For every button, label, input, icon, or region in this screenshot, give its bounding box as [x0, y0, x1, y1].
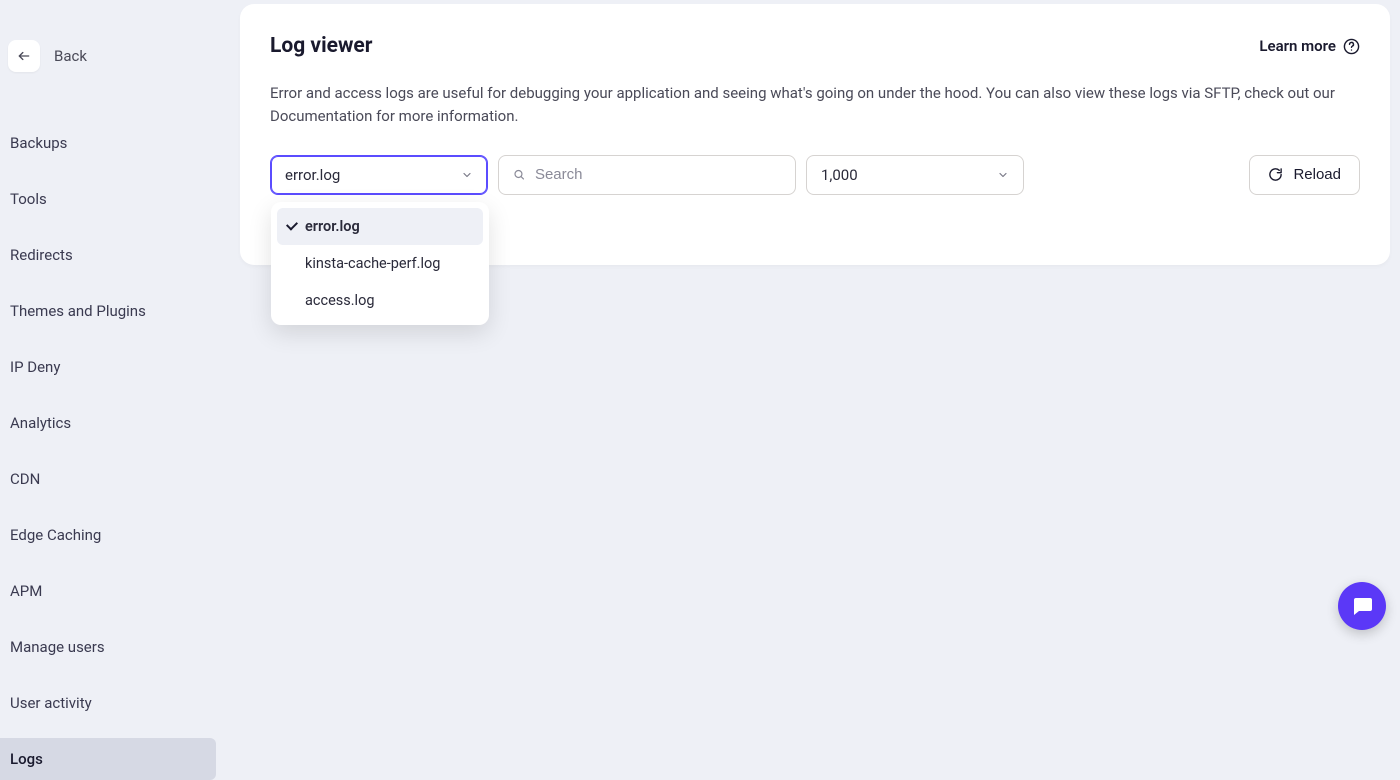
logfile-option-label: access.log	[305, 292, 374, 309]
card-header: Log viewer Learn more	[270, 34, 1360, 58]
learn-more-label: Learn more	[1259, 37, 1336, 55]
sidebar-item-label: Themes and Plugins	[10, 302, 146, 320]
sidebar-item-label: User activity	[10, 694, 92, 712]
controls-row: error.log error.logkinsta-cache-perf.log…	[270, 155, 1360, 195]
sidebar-item-edge-caching[interactable]: Edge Caching	[0, 514, 216, 556]
logfile-option[interactable]: access.log	[277, 282, 483, 319]
search-field-wrapper	[498, 155, 796, 195]
limit-select[interactable]: 1,000	[806, 155, 1024, 195]
sidebar-item-analytics[interactable]: Analytics	[0, 402, 216, 444]
sidebar-item-ip-deny[interactable]: IP Deny	[0, 346, 216, 388]
chat-fab[interactable]	[1338, 582, 1386, 630]
logfile-option[interactable]: kinsta-cache-perf.log	[277, 245, 483, 282]
sidebar-item-label: Logs	[10, 750, 43, 768]
sidebar-item-themes-and-plugins[interactable]: Themes and Plugins	[0, 290, 216, 332]
sidebar-item-manage-users[interactable]: Manage users	[0, 626, 216, 668]
back-row: Back	[0, 40, 216, 72]
reload-label: Reload	[1293, 166, 1341, 183]
sidebar-item-label: Backups	[10, 134, 67, 152]
learn-more-link[interactable]: Learn more	[1259, 37, 1360, 55]
back-button[interactable]	[8, 40, 40, 72]
sidebar-item-label: Analytics	[10, 414, 71, 432]
sidebar: Back Backups Tools Redirects Themes and Plu…	[0, 0, 216, 644]
logfile-dropdown: error.log kinsta-cache-perf.log access.log	[271, 202, 489, 325]
description-text: Error and access logs are useful for deb…	[270, 82, 1350, 129]
arrow-left-icon	[17, 49, 31, 63]
logfile-select-value: error.log	[285, 166, 340, 184]
limit-select-value: 1,000	[821, 166, 858, 184]
sidebar-item-label: Redirects	[10, 246, 73, 264]
reload-button[interactable]: Reload	[1249, 155, 1360, 195]
sidebar-item-redirects[interactable]: Redirects	[0, 234, 216, 276]
logfile-option-label: error.log	[305, 218, 360, 235]
chat-icon	[1350, 594, 1374, 618]
reload-icon	[1268, 167, 1283, 182]
help-icon	[1343, 38, 1360, 55]
chevron-down-icon	[997, 169, 1009, 181]
logfile-option-label: kinsta-cache-perf.log	[305, 255, 440, 272]
back-label: Back	[54, 47, 87, 65]
sidebar-item-label: Tools	[10, 190, 47, 208]
logfile-select[interactable]: error.log error.logkinsta-cache-perf.log…	[270, 155, 488, 195]
sidebar-item-label: CDN	[10, 470, 40, 488]
search-input[interactable]	[535, 166, 781, 183]
page-title: Log viewer	[270, 34, 372, 58]
sidebar-item-label: IP Deny	[10, 358, 60, 376]
sidebar-item-label: Manage users	[10, 638, 105, 656]
sidebar-item-cdn[interactable]: CDN	[0, 458, 216, 500]
sidebar-item-backups[interactable]: Backups	[0, 122, 216, 164]
logfile-option[interactable]: error.log	[277, 208, 483, 245]
chevron-down-icon	[461, 169, 473, 181]
sidebar-item-logs[interactable]: Logs	[0, 738, 216, 780]
main: Log viewer Learn more Error and access l…	[216, 0, 1400, 644]
sidebar-item-tools[interactable]: Tools	[0, 178, 216, 220]
sidebar-item-apm[interactable]: APM	[0, 570, 216, 612]
sidebar-item-label: Edge Caching	[10, 526, 101, 544]
sidebar-item-label: APM	[10, 582, 42, 600]
search-icon	[513, 168, 525, 181]
log-viewer-card: Log viewer Learn more Error and access l…	[240, 4, 1390, 265]
sidebar-item-user-activity[interactable]: User activity	[0, 682, 216, 724]
sidebar-nav: Backups Tools Redirects Themes and Plugins I…	[0, 122, 216, 780]
